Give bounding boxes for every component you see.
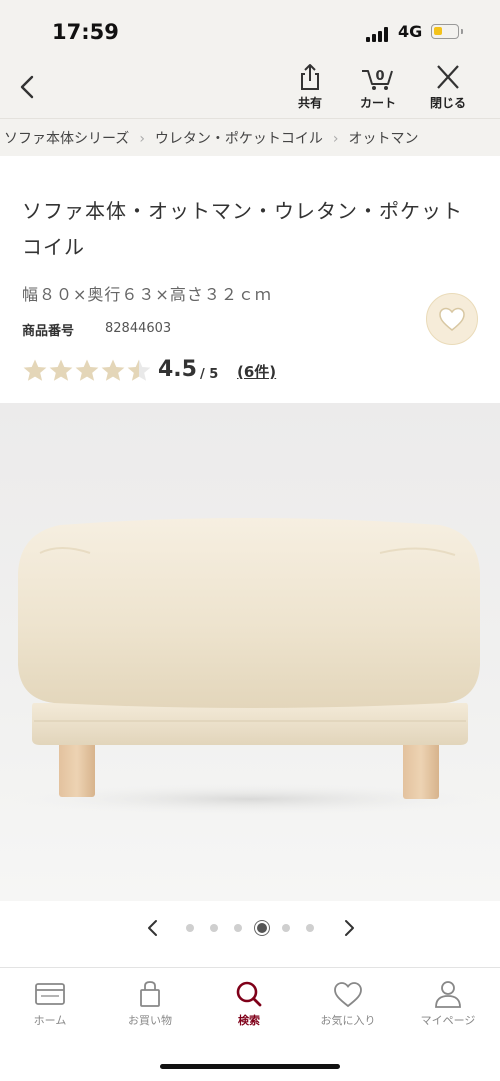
product-code: 82844603 <box>105 321 172 336</box>
battery-icon <box>431 24 463 39</box>
chevron-right-icon: › <box>332 131 339 147</box>
reviews-link[interactable]: (6件) <box>237 361 276 382</box>
breadcrumb-link-urethane[interactable]: ウレタン・ポケットコイル <box>155 131 323 147</box>
star-icon <box>101 359 125 381</box>
status-time: 17:59 <box>52 20 119 44</box>
star-icon <box>75 359 99 381</box>
ottoman-photo <box>10 518 490 815</box>
product-image[interactable] <box>0 403 500 901</box>
product-size: 幅８０×奥行６３×高さ３２ｃｍ <box>22 285 272 304</box>
heart-icon <box>334 982 362 1008</box>
carousel-dot[interactable] <box>306 924 314 932</box>
bag-icon <box>140 981 160 1007</box>
signal-icon <box>366 26 392 42</box>
favorite-button[interactable] <box>426 293 478 345</box>
breadcrumb: ソファ本体シリーズ › ウレタン・ポケットコイル › オットマン <box>0 118 500 156</box>
heart-icon <box>439 307 465 331</box>
close-label: 閉じる <box>429 96 466 110</box>
cart-button[interactable]: 0 カート <box>347 62 409 114</box>
tab-shopping[interactable]: お買い物 <box>110 980 190 1028</box>
carousel-dot[interactable] <box>186 924 194 932</box>
carousel-next-button[interactable] <box>340 918 358 938</box>
rating-max: / 5 <box>200 367 219 382</box>
home-indicator <box>160 1064 340 1069</box>
carousel-dot[interactable] <box>257 923 267 933</box>
chevron-right-icon <box>345 920 354 936</box>
star-icon <box>23 359 47 381</box>
share-label: 共有 <box>297 96 322 110</box>
product-title: ソファ本体・オットマン・ウレタン・ポケットコイル <box>22 199 463 259</box>
chevron-left-icon <box>148 920 157 936</box>
carousel-dot[interactable] <box>234 924 242 932</box>
tab-favorites[interactable]: お気に入り <box>308 980 388 1028</box>
close-icon <box>437 65 459 89</box>
person-icon <box>435 981 461 1008</box>
star-icon <box>49 359 73 381</box>
rating-value: 4.5 <box>158 357 197 382</box>
search-icon <box>236 981 262 1007</box>
tab-home[interactable]: ホーム <box>10 980 90 1028</box>
share-button[interactable]: 共有 <box>279 62 341 114</box>
cart-icon: 0 <box>362 69 393 90</box>
tab-favorites-label: お気に入り <box>320 1014 376 1027</box>
cart-count: 0 <box>375 69 384 84</box>
product-code-label: 商品番号 <box>22 324 75 339</box>
tab-mypage[interactable]: マイページ <box>408 980 488 1028</box>
chevron-right-icon: › <box>139 131 145 147</box>
carousel-dot[interactable] <box>210 924 218 932</box>
close-button[interactable]: 閉じる <box>417 62 479 114</box>
star-icon <box>127 359 151 381</box>
network-type: 4G <box>398 22 423 41</box>
breadcrumb-link-series[interactable]: ソファ本体シリーズ <box>4 131 129 147</box>
card-icon <box>35 983 65 1005</box>
back-button[interactable] <box>14 70 44 104</box>
cart-label: カート <box>359 96 396 110</box>
breadcrumb-link-ottoman[interactable]: オットマン <box>349 131 419 147</box>
tab-shopping-label: お買い物 <box>128 1014 172 1027</box>
carousel-dot[interactable] <box>282 924 290 932</box>
tab-mypage-label: マイページ <box>420 1014 476 1027</box>
tab-home-label: ホーム <box>33 1014 67 1027</box>
share-icon <box>301 64 319 90</box>
tab-search[interactable]: 検索 <box>209 980 289 1028</box>
tab-search-label: 検索 <box>238 1014 260 1027</box>
carousel-prev-button[interactable] <box>144 918 162 938</box>
chevron-left-icon <box>20 75 34 99</box>
